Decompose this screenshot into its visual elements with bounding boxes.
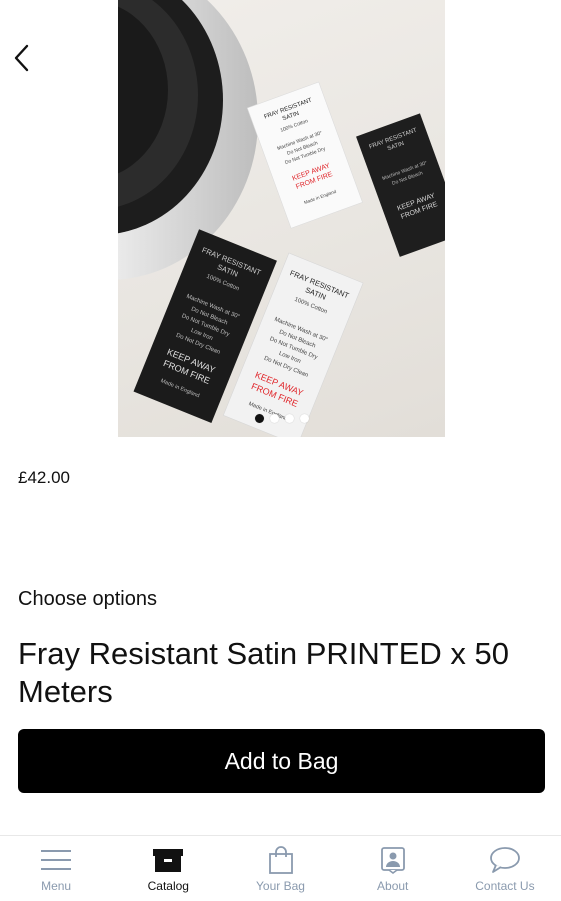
care-label-white-top: FRAY RESISTANT SATIN 100% Cotton Machine… [246, 81, 363, 229]
tab-about[interactable]: About [337, 836, 449, 901]
tab-catalog[interactable]: Catalog [112, 836, 224, 901]
tab-your-bag[interactable]: Your Bag [224, 836, 336, 901]
chat-icon [488, 845, 522, 875]
tab-menu[interactable]: Menu [0, 836, 112, 901]
tab-contact-us[interactable]: Contact Us [449, 836, 561, 901]
carousel-dot[interactable] [300, 414, 309, 423]
carousel-dot[interactable] [255, 414, 264, 423]
tab-label: Your Bag [256, 879, 305, 893]
carousel-dot[interactable] [285, 414, 294, 423]
tab-label: About [377, 879, 409, 893]
carousel-dot[interactable] [270, 414, 279, 423]
chevron-left-icon [12, 43, 32, 78]
product-image[interactable]: FRAY RESISTANT SATIN 100% Cotton Machine… [118, 0, 445, 437]
bottom-tab-bar: Menu Catalog Your Bag About Contact Us [0, 835, 561, 901]
tab-label: Menu [41, 879, 72, 893]
menu-icon [39, 845, 73, 875]
choose-options-label: Choose options [18, 588, 157, 610]
catalog-icon [151, 845, 185, 875]
about-icon [376, 845, 410, 875]
carousel-pagination [255, 414, 309, 423]
product-title: Fray Resistant Satin PRINTED x 50 Meters [18, 636, 509, 709]
care-label-black-top: FRAY RESISTANT SATIN Machine Wash at 30°… [356, 113, 445, 257]
product-price: £42.00 [18, 468, 70, 487]
back-button[interactable] [6, 40, 38, 80]
tab-label: Contact Us [475, 879, 535, 893]
tab-label: Catalog [147, 879, 189, 893]
bag-icon [264, 845, 298, 875]
add-to-bag-button[interactable]: Add to Bag [18, 729, 545, 793]
